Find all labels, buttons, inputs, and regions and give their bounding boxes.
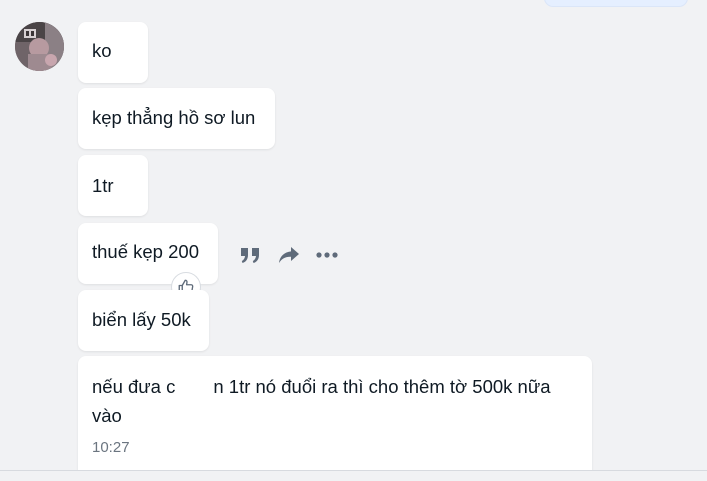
message-actions-toolbar <box>232 238 346 272</box>
quote-icon <box>241 248 259 263</box>
more-icon <box>316 252 338 258</box>
avatar[interactable] <box>15 22 64 71</box>
message-text: 1tr <box>92 175 114 196</box>
message-text: biển lấy 50k <box>92 309 191 330</box>
sent-message-bubble-edge[interactable] <box>545 0 687 6</box>
message-text: kẹp thẳng hồ sơ lun <box>92 107 256 128</box>
message-bubble[interactable]: kẹp thẳng hồ sơ lun <box>78 88 275 149</box>
more-button[interactable] <box>314 242 340 268</box>
redacted-text <box>175 376 214 396</box>
message-bubble[interactable]: nếu đưa cn 1tr nó đuổi ra thì cho thêm t… <box>78 356 592 480</box>
message-bubble-hovered[interactable]: thuế kẹp 200 <box>78 223 218 284</box>
divider <box>0 470 707 481</box>
message-text: thuế kẹp 200 <box>92 241 199 262</box>
forward-button[interactable] <box>276 242 302 268</box>
message-bubble[interactable]: 1tr <box>78 155 148 216</box>
message-text: nếu đưa cn 1tr nó đuổi ra thì cho thêm t… <box>92 376 551 426</box>
message-timestamp: 10:27 <box>92 439 130 456</box>
message-bubble[interactable]: biển lấy 50k <box>78 290 209 351</box>
message-text-part: nếu đưa c <box>92 376 176 397</box>
quote-button[interactable] <box>238 242 264 268</box>
message-text: ko <box>92 40 112 61</box>
message-bubble[interactable]: ko <box>78 22 148 83</box>
forward-icon <box>279 247 299 263</box>
